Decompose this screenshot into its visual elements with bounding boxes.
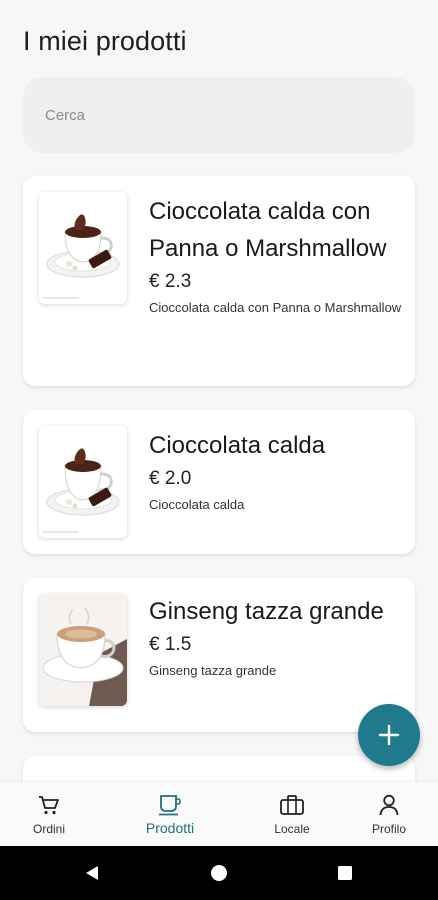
product-name: Ginseng tazza grande xyxy=(149,598,384,625)
hot-chocolate-image xyxy=(39,192,127,304)
briefcase-icon xyxy=(280,795,304,815)
nav-item-ordini[interactable]: Ordini xyxy=(4,782,94,846)
home-button[interactable] xyxy=(189,846,249,900)
person-icon xyxy=(379,794,399,816)
nav-label: Ordini xyxy=(32,822,65,836)
product-card[interactable]: Cioccolata calda con Panna o Marshmallow… xyxy=(23,176,415,386)
product-description: Ginseng tazza grande xyxy=(149,663,277,678)
product-price: € 1.5 xyxy=(149,634,192,655)
back-icon xyxy=(86,866,98,880)
recents-icon xyxy=(338,866,352,880)
bottom-navigation: Ordini Prodotti Locale Profilo xyxy=(0,782,438,846)
home-icon xyxy=(211,865,227,881)
product-description: Cioccolata calda xyxy=(149,497,245,512)
cart-icon xyxy=(39,796,59,815)
nav-item-prodotti[interactable]: Prodotti xyxy=(125,782,215,846)
nav-label: Locale xyxy=(274,822,310,836)
product-card[interactable]: Ginseng tazza grande € 1.5 Ginseng tazza… xyxy=(23,578,415,732)
cup-icon xyxy=(159,795,181,816)
system-navigation-bar xyxy=(0,846,438,900)
add-product-button[interactable] xyxy=(358,704,420,766)
nav-label: Profilo xyxy=(371,822,406,836)
nav-label: Prodotti xyxy=(145,820,195,836)
nav-item-profilo[interactable]: Profilo xyxy=(344,782,434,846)
recents-button[interactable] xyxy=(315,846,375,900)
hot-chocolate-image xyxy=(39,426,127,538)
ginseng-cup-image xyxy=(39,594,127,706)
plus-icon xyxy=(378,724,400,746)
product-name: Cioccolata calda con Panna o Marshmallow xyxy=(149,198,387,262)
product-card[interactable]: Cioccolata calda € 2.0 Cioccolata calda xyxy=(23,410,415,554)
product-price: € 2.3 xyxy=(149,271,192,292)
search-input[interactable] xyxy=(23,77,415,153)
back-button[interactable] xyxy=(62,846,122,900)
product-description: Cioccolata calda con Panna o Marshmallow xyxy=(149,300,402,315)
product-name: Cioccolata calda xyxy=(149,432,326,459)
page-title: I miei prodotti xyxy=(23,26,187,56)
nav-item-locale[interactable]: Locale xyxy=(247,782,337,846)
product-price: € 2.0 xyxy=(149,468,192,489)
